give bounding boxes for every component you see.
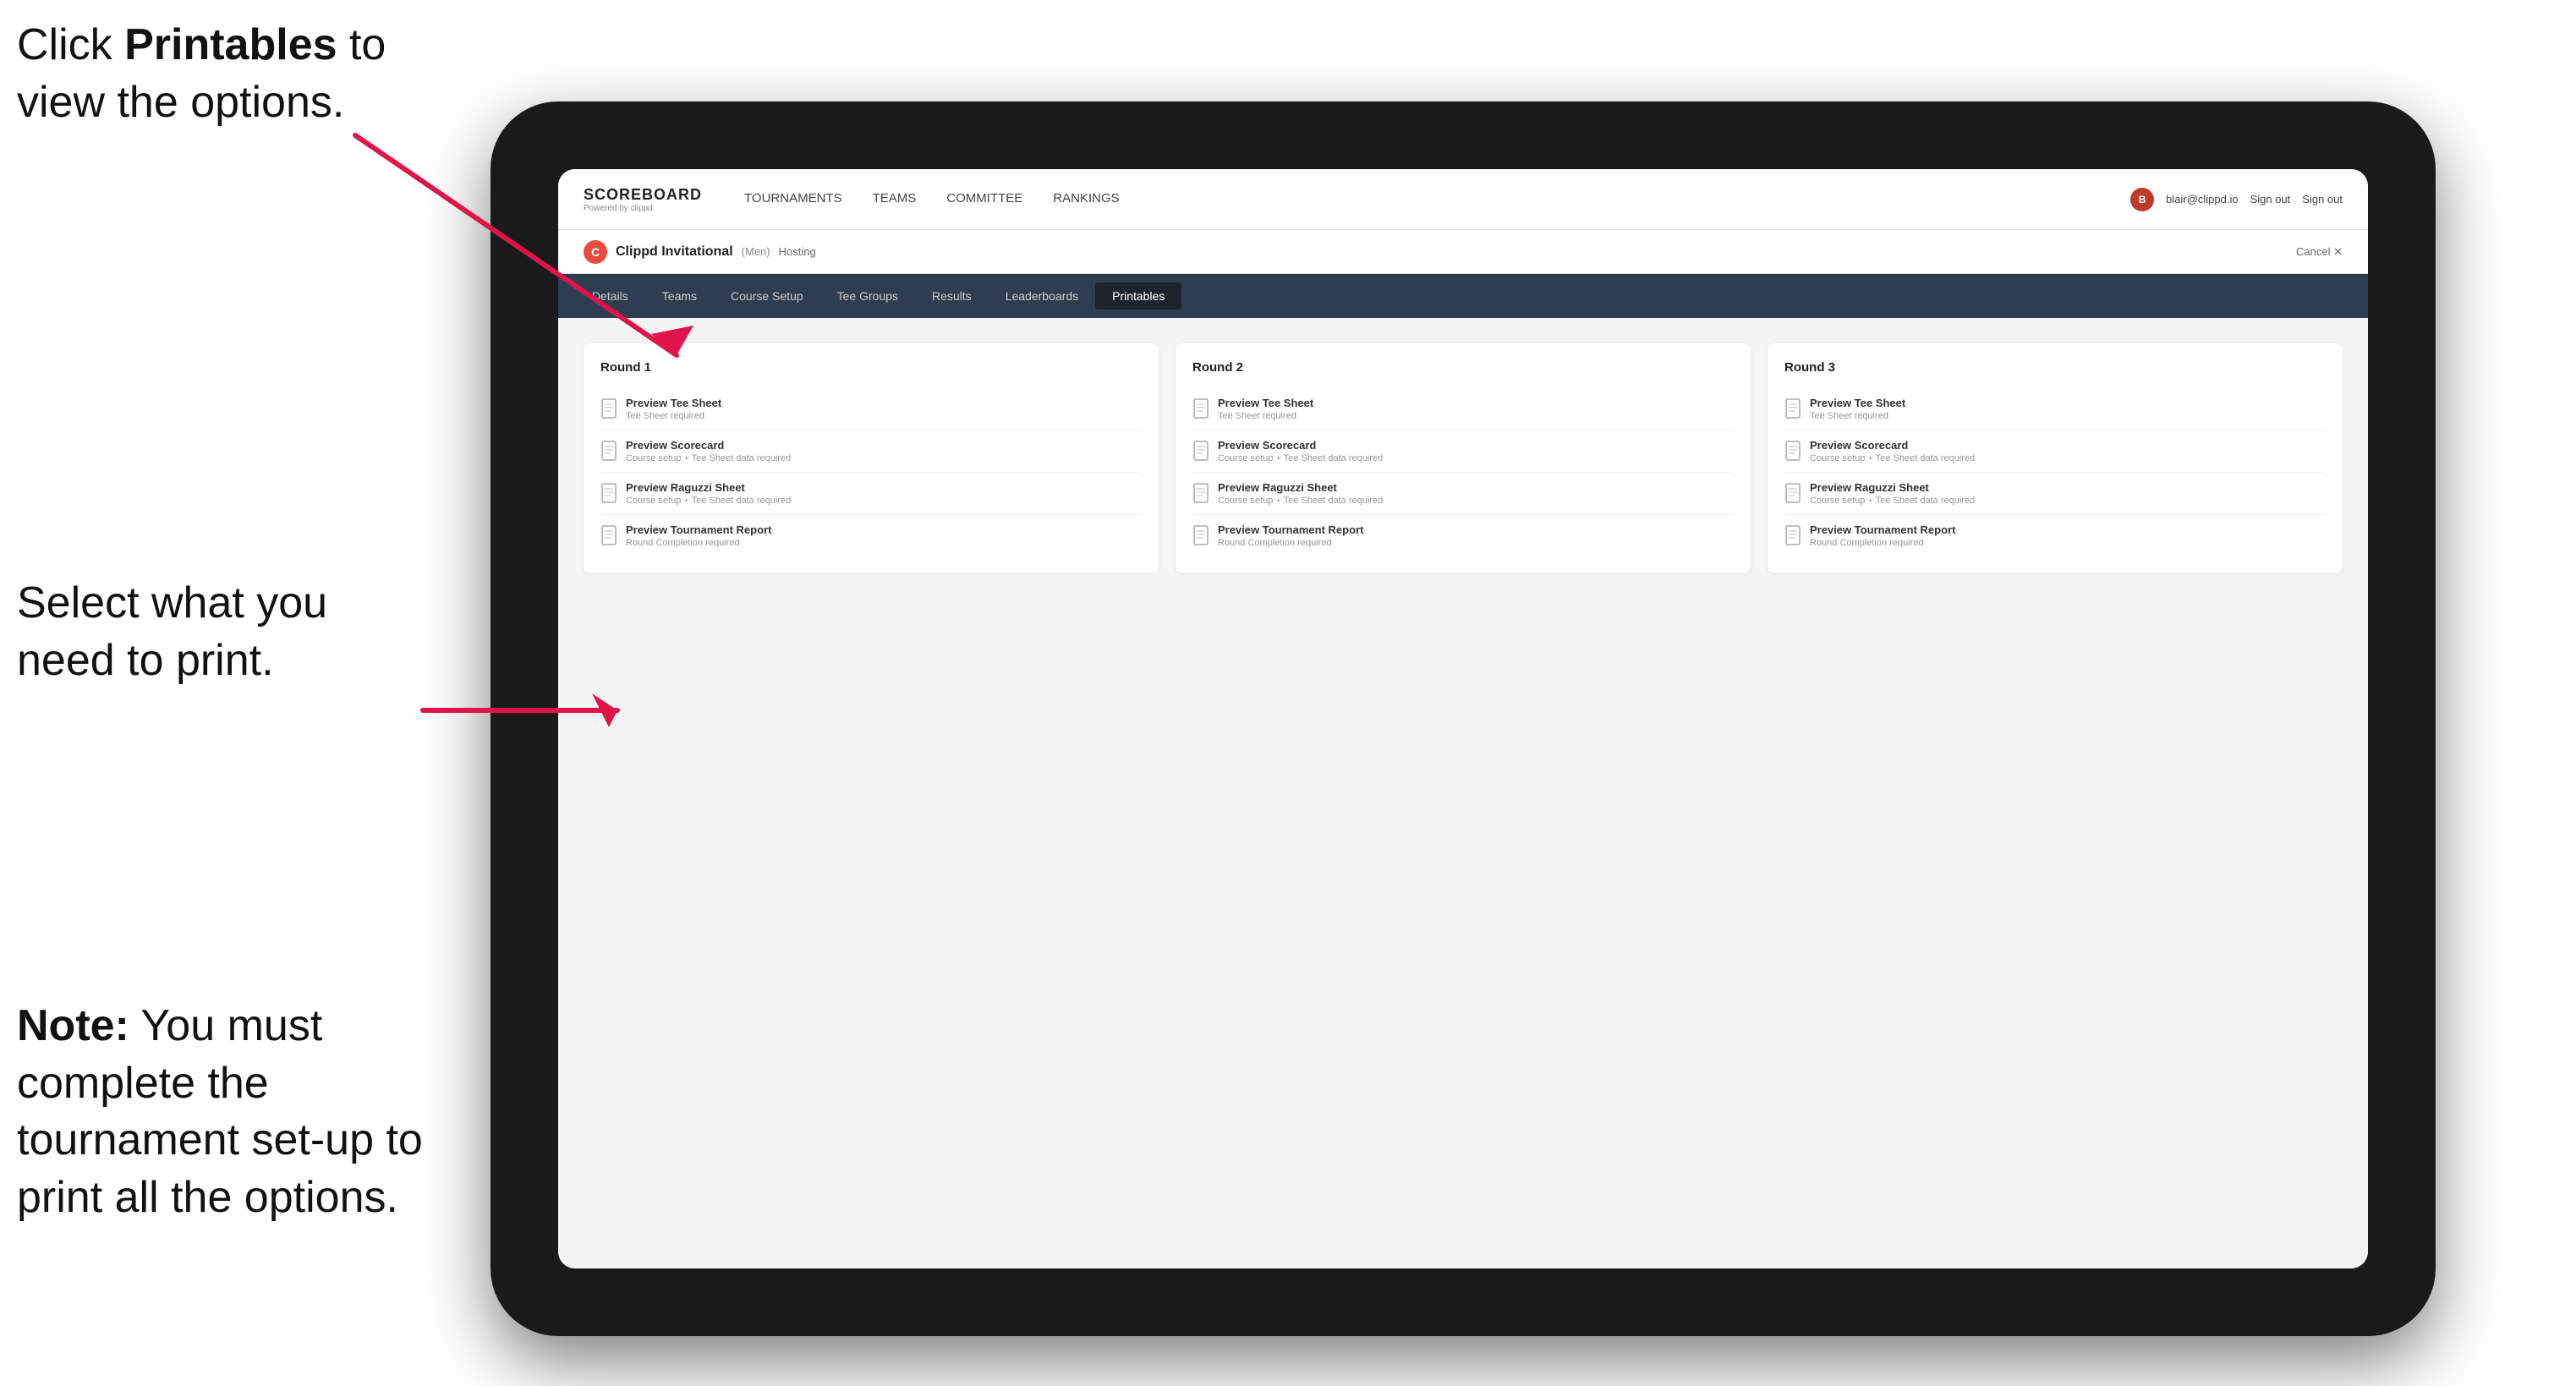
round2-raguzzi-subtitle: Course setup + Tee Sheet data required bbox=[1218, 496, 1383, 506]
round3-raguzzi[interactable]: Preview Raguzzi Sheet Course setup + Tee… bbox=[1784, 473, 2326, 515]
round2-raguzzi-text: Preview Raguzzi Sheet Course setup + Tee… bbox=[1218, 481, 1383, 506]
sign-out-link[interactable]: Sign out bbox=[2250, 193, 2291, 205]
round-3-column: Round 3 Preview Tee Sheet bbox=[1768, 343, 2343, 573]
round2-scorecard-title: Preview Scorecard bbox=[1218, 439, 1383, 452]
round1-scorecard-title: Preview Scorecard bbox=[626, 439, 791, 452]
round2-tournament-report-text: Preview Tournament Report Round Completi… bbox=[1218, 523, 1363, 548]
round1-tee-sheet-subtitle: Tee Sheet required bbox=[626, 411, 721, 421]
round3-raguzzi-subtitle: Course setup + Tee Sheet data required bbox=[1810, 496, 1975, 506]
round-3-title: Round 3 bbox=[1784, 360, 2326, 375]
round1-scorecard-subtitle: Course setup + Tee Sheet data required bbox=[626, 453, 791, 463]
arrow-middle bbox=[389, 643, 660, 778]
nav-committee[interactable]: COMMITTEE bbox=[946, 191, 1022, 207]
round2-raguzzi-title: Preview Raguzzi Sheet bbox=[1218, 481, 1383, 494]
round1-tournament-report[interactable]: Preview Tournament Report Round Completi… bbox=[600, 515, 1142, 556]
tournament-report-icon bbox=[600, 525, 617, 545]
round1-scorecard-text: Preview Scorecard Course setup + Tee She… bbox=[626, 439, 791, 463]
round2-tee-sheet-title: Preview Tee Sheet bbox=[1218, 397, 1313, 409]
round1-tournament-report-subtitle: Round Completion required bbox=[626, 538, 771, 548]
tablet-screen: SCOREBOARD Powered by clippd TOURNAMENTS… bbox=[558, 169, 2368, 1268]
raguzzi-icon bbox=[600, 483, 617, 503]
round3-tee-sheet-subtitle: Tee Sheet required bbox=[1810, 411, 1905, 421]
round1-scorecard[interactable]: Preview Scorecard Course setup + Tee She… bbox=[600, 430, 1142, 473]
annotation-middle: Select what you need to print. bbox=[17, 575, 406, 689]
round3-scorecard[interactable]: Preview Scorecard Course setup + Tee She… bbox=[1784, 430, 2326, 473]
round2-tee-sheet-text: Preview Tee Sheet Tee Sheet required bbox=[1218, 397, 1313, 421]
r2-tournament-report-icon bbox=[1192, 525, 1209, 545]
round2-tournament-report-subtitle: Round Completion required bbox=[1218, 538, 1363, 548]
tablet-device: SCOREBOARD Powered by clippd TOURNAMENTS… bbox=[491, 101, 2436, 1336]
round1-raguzzi-title: Preview Raguzzi Sheet bbox=[626, 481, 791, 494]
round3-tournament-report-subtitle: Round Completion required bbox=[1810, 538, 1955, 548]
tab-results[interactable]: Results bbox=[915, 282, 989, 310]
annotation-bottom: Note: You must complete the tournament s… bbox=[17, 998, 457, 1226]
round3-tee-sheet-text: Preview Tee Sheet Tee Sheet required bbox=[1810, 397, 1905, 421]
tab-navigation: Details Teams Course Setup Tee Groups Re… bbox=[558, 274, 2368, 318]
r3-tee-sheet-icon bbox=[1784, 398, 1801, 419]
tab-tee-groups[interactable]: Tee Groups bbox=[820, 282, 915, 310]
tab-leaderboards[interactable]: Leaderboards bbox=[989, 282, 1095, 310]
round3-tournament-report-title: Preview Tournament Report bbox=[1810, 523, 1955, 536]
round3-tournament-report[interactable]: Preview Tournament Report Round Completi… bbox=[1784, 515, 2326, 556]
rounds-container: Round 1 Preview Tee Sheet bbox=[584, 343, 2343, 573]
cancel-button[interactable]: Cancel ✕ bbox=[2296, 245, 2343, 259]
round3-raguzzi-text: Preview Raguzzi Sheet Course setup + Tee… bbox=[1810, 481, 1975, 506]
round1-raguzzi[interactable]: Preview Raguzzi Sheet Course setup + Tee… bbox=[600, 473, 1142, 515]
round2-raguzzi[interactable]: Preview Raguzzi Sheet Course setup + Tee… bbox=[1192, 473, 1734, 515]
round-2-column: Round 2 Preview Tee Sheet bbox=[1176, 343, 1751, 573]
tournament-tag: (Men) bbox=[742, 245, 770, 258]
round2-tournament-report[interactable]: Preview Tournament Report Round Completi… bbox=[1192, 515, 1734, 556]
round1-raguzzi-text: Preview Raguzzi Sheet Course setup + Tee… bbox=[626, 481, 791, 506]
tournament-header: C Clippd Invitational (Men) Hosting Canc… bbox=[558, 230, 2368, 274]
nav-tournaments[interactable]: TOURNAMENTS bbox=[744, 191, 842, 207]
sign-out-text[interactable]: Sign out bbox=[2302, 193, 2343, 205]
tournament-status: Hosting bbox=[779, 245, 816, 258]
scorecard-icon bbox=[600, 441, 617, 461]
user-email: blair@clippd.io bbox=[2166, 193, 2238, 205]
round3-scorecard-title: Preview Scorecard bbox=[1810, 439, 1975, 452]
top-nav-right: B blair@clippd.io Sign out Sign out bbox=[2130, 188, 2343, 211]
r3-tournament-report-icon bbox=[1784, 525, 1801, 545]
user-avatar: B bbox=[2130, 188, 2154, 211]
round2-scorecard-subtitle: Course setup + Tee Sheet data required bbox=[1218, 453, 1383, 463]
r2-raguzzi-icon bbox=[1192, 483, 1209, 503]
top-navigation: SCOREBOARD Powered by clippd TOURNAMENTS… bbox=[558, 169, 2368, 230]
round1-tournament-report-title: Preview Tournament Report bbox=[626, 523, 771, 536]
main-content: Round 1 Preview Tee Sheet bbox=[558, 318, 2368, 1268]
round3-tee-sheet-title: Preview Tee Sheet bbox=[1810, 397, 1905, 409]
round3-raguzzi-title: Preview Raguzzi Sheet bbox=[1810, 481, 1975, 494]
top-nav-links: TOURNAMENTS TEAMS COMMITTEE RANKINGS bbox=[744, 191, 2130, 207]
nav-teams[interactable]: TEAMS bbox=[873, 191, 917, 207]
round1-tournament-report-text: Preview Tournament Report Round Completi… bbox=[626, 523, 771, 548]
r2-scorecard-icon bbox=[1192, 441, 1209, 461]
round-2-title: Round 2 bbox=[1192, 360, 1734, 375]
round2-tournament-report-title: Preview Tournament Report bbox=[1218, 523, 1363, 536]
round2-scorecard[interactable]: Preview Scorecard Course setup + Tee She… bbox=[1192, 430, 1734, 473]
round1-raguzzi-subtitle: Course setup + Tee Sheet data required bbox=[626, 496, 791, 506]
tab-printables[interactable]: Printables bbox=[1095, 282, 1181, 310]
note-bold: Note: bbox=[17, 1001, 129, 1050]
round3-tournament-report-text: Preview Tournament Report Round Completi… bbox=[1810, 523, 1955, 548]
round3-tee-sheet[interactable]: Preview Tee Sheet Tee Sheet required bbox=[1784, 388, 2326, 430]
r2-tee-sheet-icon bbox=[1192, 398, 1209, 419]
round3-scorecard-text: Preview Scorecard Course setup + Tee She… bbox=[1810, 439, 1975, 463]
round2-tee-sheet-subtitle: Tee Sheet required bbox=[1218, 411, 1313, 421]
round3-scorecard-subtitle: Course setup + Tee Sheet data required bbox=[1810, 453, 1975, 463]
printables-bold: Printables bbox=[124, 20, 337, 69]
arrow-top bbox=[254, 85, 744, 406]
r3-scorecard-icon bbox=[1784, 441, 1801, 461]
r3-raguzzi-icon bbox=[1784, 483, 1801, 503]
round2-scorecard-text: Preview Scorecard Course setup + Tee She… bbox=[1218, 439, 1383, 463]
round2-tee-sheet[interactable]: Preview Tee Sheet Tee Sheet required bbox=[1192, 388, 1734, 430]
nav-rankings[interactable]: RANKINGS bbox=[1053, 191, 1119, 207]
